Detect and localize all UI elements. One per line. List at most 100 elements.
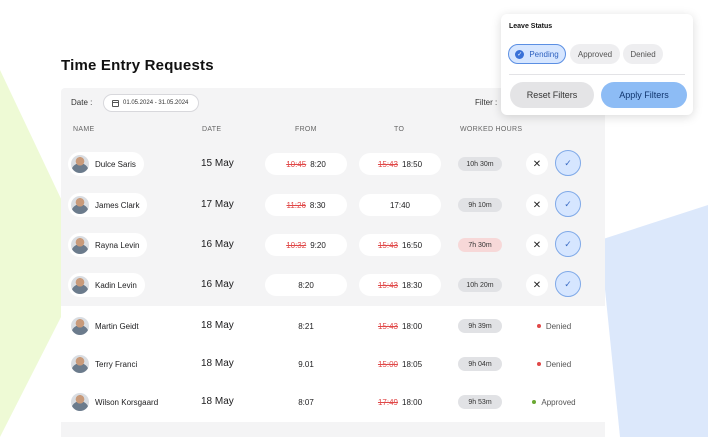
chip-approved[interactable]: Approved (570, 44, 620, 64)
requested-to-time: 18:00 (402, 397, 423, 407)
original-to-time: 15:43 (377, 321, 398, 331)
entry-date: 16 May (201, 239, 234, 250)
requested-to-time: 18:30 (402, 280, 423, 290)
approve-button[interactable]: ✓ (555, 271, 581, 297)
entry-date: 15 May (201, 158, 234, 169)
table-row: Dulce Saris 15 May 10:45 8:20 15:43 18:50 10h… (61, 144, 605, 184)
requested-to-time: 18:50 (402, 159, 423, 169)
filter-label: Filter : (475, 98, 498, 107)
worked-hours-badge: 9h 53m (458, 395, 502, 409)
status-badge: Denied (519, 315, 589, 337)
from-time: 8:20 (265, 274, 347, 296)
avatar (71, 317, 89, 335)
employee-name-pill: Rayna Levin (68, 233, 148, 257)
reset-filters-button[interactable]: Reset Filters (510, 82, 594, 108)
original-to-time: 15:43 (377, 240, 398, 250)
entry-date: 16 May (201, 279, 234, 290)
status-dot-icon (532, 400, 537, 404)
status-dot-icon (536, 324, 541, 328)
chip-pending[interactable]: ✓ Pending (508, 44, 566, 64)
avatar (71, 355, 89, 373)
worked-hours-badge: 9h 39m (458, 319, 502, 333)
employee-name-pill: James Clark (68, 193, 148, 217)
requested-from-time: 9.01 (298, 359, 314, 369)
worked-hours-badge: 7h 30m (458, 238, 502, 252)
entry-date: 18 May (201, 396, 234, 407)
close-icon: ✕ (532, 239, 542, 251)
chip-denied[interactable]: Denied (623, 44, 663, 64)
reject-button[interactable]: ✕ (526, 194, 548, 216)
from-time: 9.01 (265, 353, 347, 375)
table-row: Martin Geidt 18 May 8:21 15:43 18:00 9h 39m … (61, 306, 605, 346)
requested-to-time: 18:05 (402, 359, 423, 369)
employee-name-pill: Dulce Saris (68, 152, 144, 176)
to-time: 15:00 18:05 (359, 353, 441, 375)
table-row: Terry Franci 18 May 9.01 15:00 18:05 9h 04m … (61, 344, 605, 384)
requested-from-time: 8:20 (310, 159, 326, 169)
to-time: 15:43 18:00 (359, 315, 441, 337)
to-time: 17:40 (359, 194, 441, 216)
status-badge: Approved (519, 391, 589, 413)
approve-button[interactable]: ✓ (555, 191, 581, 217)
requested-from-time: 8:30 (309, 200, 326, 210)
requested-to-time: 17:40 (389, 200, 411, 210)
apply-filters-button[interactable]: Apply Filters (601, 82, 687, 108)
status-badge: Denied (519, 353, 589, 375)
date-range-picker[interactable]: 01.05.2024 - 31.05.2024 (103, 94, 199, 112)
worked-hours-badge: 10h 20m (458, 278, 502, 292)
employee-name: Wilson Korsgaard (95, 397, 159, 407)
employee-name: Terry Franci (95, 359, 138, 369)
status-dot-icon (536, 362, 541, 366)
employee-name: Martin Geidt (95, 321, 139, 331)
employee-name: James Clark (95, 200, 140, 210)
entry-date: 17 May (201, 199, 234, 210)
avatar (71, 155, 89, 173)
popup-title: Leave Status (509, 23, 553, 30)
employee-name: Dulce Saris (95, 159, 136, 169)
original-from-time: 10:32 (286, 240, 307, 250)
entry-date: 18 May (201, 320, 234, 331)
requested-from-time: 9:20 (310, 240, 326, 250)
employee-name-pill: Terry Franci (68, 352, 146, 376)
column-date: DATE (202, 126, 222, 133)
status-label: Denied (545, 321, 572, 331)
from-time: 8:07 (265, 391, 347, 413)
original-to-time: 17:49 (377, 397, 398, 407)
employee-name: Kadin Levin (95, 280, 137, 290)
to-time: 15:43 18:50 (359, 153, 441, 175)
column-name: NAME (73, 126, 95, 133)
original-from-time: 11:26 (286, 200, 306, 210)
employee-name: Rayna Levin (95, 240, 140, 250)
avatar (71, 276, 89, 294)
close-icon: ✕ (532, 279, 542, 291)
avatar (71, 236, 89, 254)
worked-hours-badge: 9h 04m (458, 357, 502, 371)
calendar-icon (112, 99, 119, 107)
requested-from-time: 8:07 (298, 397, 314, 407)
background-blue-shape (600, 205, 708, 437)
reject-button[interactable]: ✕ (526, 274, 548, 296)
avatar (71, 196, 89, 214)
requested-to-time: 18:00 (402, 321, 423, 331)
popup-divider (509, 74, 685, 75)
approve-button[interactable]: ✓ (555, 150, 581, 176)
requested-from-time: 8:20 (298, 280, 314, 290)
entry-date: 18 May (201, 358, 234, 369)
to-time: 15:43 16:50 (359, 234, 441, 256)
worked-hours-badge: 10h 30m (458, 157, 502, 171)
avatar (71, 393, 89, 411)
table-header: NAME DATE FROM TO WORKED HOURS (61, 124, 605, 138)
check-icon: ✓ (564, 238, 572, 249)
employee-name-pill: Wilson Korsgaard (68, 390, 167, 414)
approve-button[interactable]: ✓ (555, 231, 581, 257)
reject-button[interactable]: ✕ (526, 153, 548, 175)
check-icon: ✓ (564, 278, 572, 289)
to-time: 15:43 18:30 (359, 274, 441, 296)
reject-button[interactable]: ✕ (526, 234, 548, 256)
status-label: Approved (541, 397, 576, 407)
original-to-time: 15:43 (377, 159, 398, 169)
table-row: James Clark 17 May 11:26 8:30 17:40 9h 10m ✕ ✓ (61, 185, 605, 225)
employee-name-pill: Martin Geidt (68, 314, 147, 338)
column-from: FROM (295, 126, 317, 133)
table-row: Wilson Korsgaard 18 May 8:07 17:49 18:00 9h … (61, 382, 605, 422)
